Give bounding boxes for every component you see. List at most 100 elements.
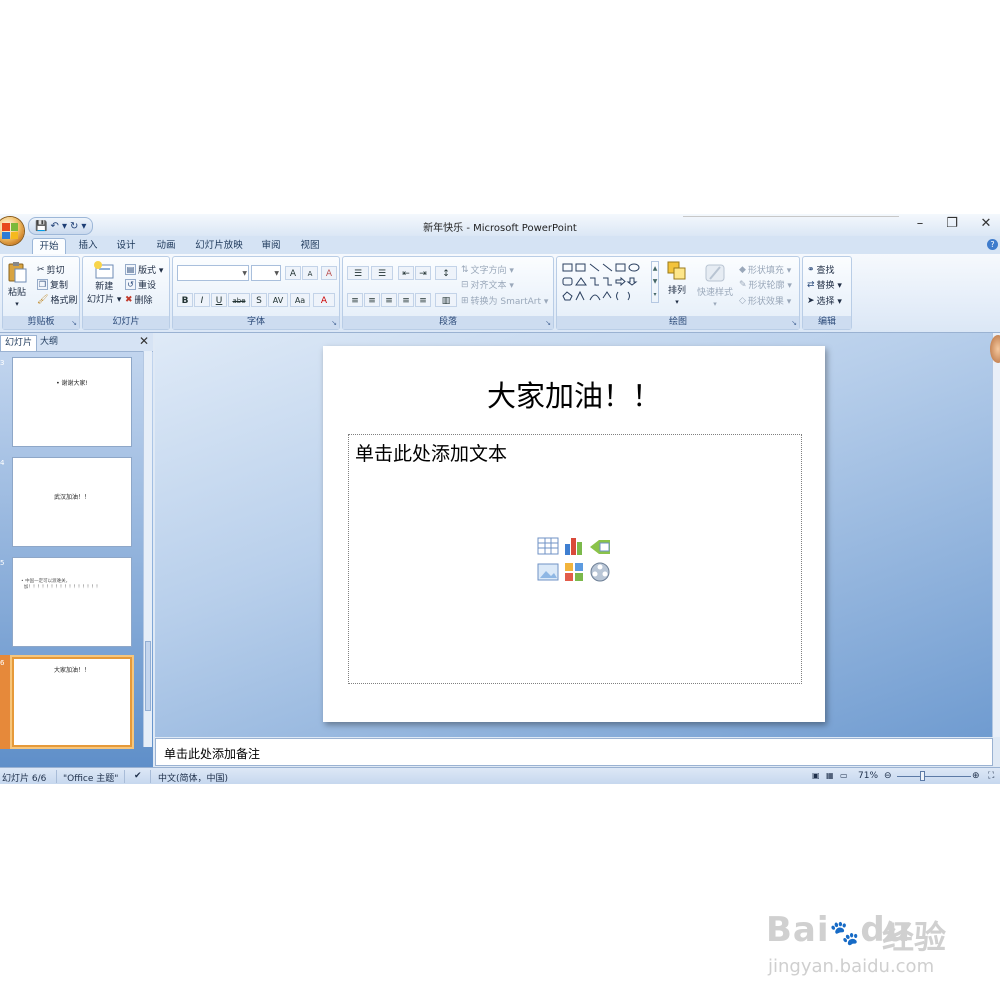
insert-table-icon[interactable]	[537, 535, 559, 557]
slide-thumbnail-4[interactable]: 武汉加油！！	[12, 457, 132, 547]
columns-button[interactable]: ▥	[435, 293, 457, 307]
shrink-font-button[interactable]: A	[302, 266, 318, 280]
notes-pane[interactable]: 单击此处添加备注	[155, 738, 993, 766]
delete-slide-button[interactable]: ✖ 删除	[125, 293, 153, 307]
tab-slides[interactable]: 幻灯片	[0, 335, 38, 351]
slide-thumbnail-3[interactable]: • 谢谢大家!	[12, 357, 132, 447]
copy-button[interactable]: ❐ 复制	[37, 278, 68, 291]
shapes-scroll-icon[interactable]: ▲ ▼ ▾	[651, 261, 659, 303]
slide-thumbnail-6[interactable]: 大家加油！！	[12, 657, 132, 747]
zoom-level[interactable]: 71%	[858, 771, 878, 781]
zoom-slider[interactable]	[897, 776, 971, 777]
bullets-button[interactable]: ☰	[347, 266, 369, 280]
tab-outline[interactable]: 大纲	[36, 335, 62, 350]
format-painter-button[interactable]: 🖌 格式刷	[37, 293, 77, 307]
zoom-in-icon[interactable]: ⊕	[972, 771, 980, 781]
insert-clipart-icon[interactable]	[563, 561, 585, 583]
font-size-combo[interactable]: ▼	[251, 265, 281, 281]
vertical-scrollbar[interactable]	[990, 333, 1000, 737]
strikethrough-button[interactable]: abe	[228, 293, 250, 307]
slides-scrollbar[interactable]	[143, 351, 152, 747]
quick-styles-button[interactable]: 快速样式 ▾	[697, 263, 733, 308]
tab-home[interactable]: 开始	[32, 238, 66, 255]
select-button[interactable]: ➤ 选择 ▾	[807, 294, 842, 308]
reset-button[interactable]: ↺ 重设	[125, 278, 156, 291]
text-direction-button[interactable]: ⇅ 文字方向 ▾	[461, 263, 514, 277]
quick-styles-icon	[705, 264, 725, 282]
slide-count: 幻灯片 6/6	[2, 774, 47, 784]
justify-button[interactable]: ≡	[398, 293, 414, 307]
align-left-button[interactable]: ≡	[347, 293, 363, 307]
normal-view-icon[interactable]: ▣	[812, 771, 820, 780]
tab-slideshow[interactable]: 幻灯片放映	[190, 238, 248, 254]
paste-button[interactable]: 粘贴 ▾	[7, 261, 27, 308]
fit-to-window-icon[interactable]: ⛶	[988, 771, 994, 781]
thumbnail-text: • 中国一定可以渡难关， 加！！！！！！！！！！！！！！！！	[21, 579, 101, 590]
close-icon[interactable]: ✕	[139, 334, 149, 348]
bold-button[interactable]: B	[177, 293, 193, 307]
minimize-button[interactable]: –	[908, 216, 932, 231]
slide-title[interactable]: 大家加油！！	[323, 373, 825, 415]
align-right-button[interactable]: ≡	[381, 293, 397, 307]
tab-insert[interactable]: 插入	[72, 238, 104, 254]
status-divider	[124, 770, 125, 783]
clear-format-button[interactable]: A	[321, 266, 337, 280]
current-slide[interactable]: 大家加油！！ 单击此处添加文本	[323, 346, 825, 722]
new-slide-button[interactable]: 新建 幻灯片 ▾	[87, 261, 121, 305]
dialog-launcher-icon[interactable]: ↘	[545, 319, 551, 327]
theme-name[interactable]: "Office 主题"	[63, 771, 118, 784]
underline-button[interactable]: U	[211, 293, 227, 307]
increase-indent-button[interactable]: ⇥	[415, 266, 431, 280]
dialog-launcher-icon[interactable]: ↘	[71, 319, 77, 327]
language[interactable]: 中文(简体，中国)	[158, 771, 228, 784]
tab-view[interactable]: 视图	[294, 238, 326, 254]
align-text-button[interactable]: ⊟ 对齐文本 ▾	[461, 278, 514, 292]
font-color-button[interactable]: A	[313, 293, 335, 307]
tab-design[interactable]: 设计	[110, 238, 142, 254]
scissors-icon: ✂	[37, 264, 45, 275]
replace-button[interactable]: ⇄ 替换 ▾	[807, 278, 842, 292]
slideshow-view-icon[interactable]: ▭	[840, 771, 848, 780]
slide-thumbnail-5[interactable]: • 中国一定可以渡难关， 加！！！！！！！！！！！！！！！！	[12, 557, 132, 647]
shape-outline-button[interactable]: ✎ 形状轮廓 ▾	[739, 278, 792, 292]
tab-animation[interactable]: 动画	[150, 238, 182, 254]
shape-effects-button[interactable]: ◇ 形状效果 ▾	[739, 294, 791, 308]
change-case-button[interactable]: Aa	[290, 293, 310, 307]
decrease-indent-button[interactable]: ⇤	[398, 266, 414, 280]
zoom-out-icon[interactable]: ⊖	[884, 771, 892, 781]
find-button[interactable]: ⚭ 查找	[807, 263, 835, 277]
layout-icon: ▤	[125, 264, 136, 275]
close-button[interactable]: ✕	[974, 216, 998, 231]
cut-button[interactable]: ✂ 剪切	[37, 263, 65, 277]
align-center-button[interactable]: ≡	[364, 293, 380, 307]
group-label: 字体	[173, 316, 339, 329]
dialog-launcher-icon[interactable]: ↘	[331, 319, 337, 327]
shapes-gallery-icon[interactable]	[562, 262, 658, 304]
italic-button[interactable]: I	[194, 293, 210, 307]
spellcheck-icon[interactable]: ✔	[134, 771, 142, 781]
restore-button[interactable]: ❐	[940, 216, 964, 231]
zoom-slider-handle[interactable]	[920, 771, 925, 781]
tab-review[interactable]: 审阅	[255, 238, 287, 254]
content-placeholder[interactable]: 单击此处添加文本	[348, 434, 802, 684]
slide-sorter-icon[interactable]: ▦	[826, 771, 834, 780]
shadow-button[interactable]: S	[251, 293, 267, 307]
insert-chart-icon[interactable]	[563, 535, 585, 557]
distribute-button[interactable]: ≡	[415, 293, 431, 307]
numbering-button[interactable]: ☰	[371, 266, 393, 280]
insert-media-icon[interactable]	[589, 561, 611, 583]
insert-picture-icon[interactable]	[537, 561, 559, 583]
dialog-launcher-icon[interactable]: ↘	[791, 319, 797, 327]
scrollbar-thumb[interactable]	[145, 641, 151, 711]
shape-fill-button[interactable]: ◆ 形状填充 ▾	[739, 263, 791, 277]
insert-smartart-icon[interactable]	[589, 535, 611, 557]
layout-button[interactable]: ▤ 版式 ▾	[125, 263, 163, 276]
font-name-combo[interactable]: ▼	[177, 265, 249, 281]
help-icon[interactable]: ?	[987, 239, 998, 250]
line-spacing-button[interactable]: ↕	[435, 266, 457, 280]
arrange-button[interactable]: 排列 ▾	[667, 261, 687, 306]
grow-font-button[interactable]: A	[285, 266, 301, 280]
paint-bucket-icon: ◆	[739, 264, 746, 275]
convert-smartart-button[interactable]: ⊞ 转换为 SmartArt ▾	[461, 294, 548, 308]
char-spacing-button[interactable]: AV	[268, 293, 288, 307]
